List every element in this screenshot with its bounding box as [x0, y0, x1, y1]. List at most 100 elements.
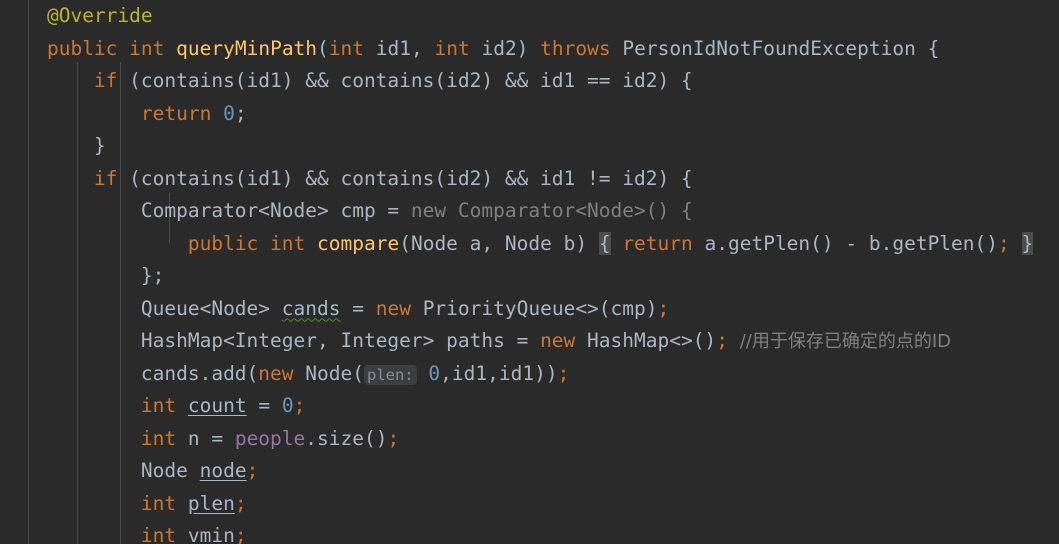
code-token-keyword: new: [258, 361, 294, 385]
code-token-dimmed: Comparator<Node>() {: [446, 199, 693, 222]
code-token-plain: Queue<Node>: [140, 296, 282, 320]
code-line[interactable]: }: [0, 130, 1059, 163]
code-token-method: compare: [317, 231, 400, 255]
code-token-dimmed: new: [410, 199, 447, 222]
code-token-plain: id2): [469, 36, 541, 60]
code-line[interactable]: @Override: [0, 0, 1059, 33]
code-token-unused: node: [199, 459, 247, 482]
code-line[interactable]: int vmin;: [0, 520, 1059, 544]
code-token-plain: PriorityQueue<>(cmp): [410, 296, 658, 320]
code-token-unused: plen: [187, 491, 235, 515]
code-token-plain: ;: [234, 101, 247, 125]
code-token-keyword: int: [140, 491, 177, 515]
code-line[interactable]: public int compare(Node a, Node b) { ret…: [0, 228, 1059, 261]
code-token-plain: =: [340, 296, 376, 320]
code-token-separator: ;: [387, 426, 400, 450]
code-token-plain: };: [140, 264, 165, 287]
code-token-plain: }: [93, 134, 106, 157]
code-line[interactable]: Node node;: [0, 455, 1059, 488]
code-token-separator: ;: [293, 394, 306, 417]
code-token-keyword: int: [140, 524, 177, 544]
code-line[interactable]: Queue<Node> cands = new PriorityQueue<>(…: [0, 293, 1059, 326]
code-token-plain: (contains(id1) && contains(id2) && id1 =…: [117, 69, 693, 92]
code-token-param-hint: plen:: [363, 364, 417, 385]
code-line[interactable]: };: [0, 260, 1059, 293]
code-token-plain: PersonIdNotFoundException {: [610, 36, 940, 60]
code-token-keyword: int: [140, 394, 177, 417]
code-token-plain: cands.add(: [140, 361, 259, 385]
code-line[interactable]: HashMap<Integer, Integer> paths = new Ha…: [0, 325, 1059, 358]
code-token-unused: vmin: [187, 524, 235, 544]
code-token-separator: ;: [246, 459, 259, 482]
code-line[interactable]: if (contains(id1) && contains(id2) && id…: [0, 65, 1059, 98]
code-line[interactable]: Comparator<Node> cmp = new Comparator<No…: [0, 195, 1059, 228]
code-token-plain: a.getPlen() - b.getPlen(): [692, 231, 999, 255]
code-token-typo: cands: [281, 296, 341, 320]
code-token-keyword: throws: [540, 36, 611, 60]
code-token-number: 0: [223, 101, 235, 125]
code-token-separator: ;: [716, 329, 728, 352]
code-token-plain: =: [246, 394, 282, 417]
code-token-method: queryMinPath: [176, 36, 318, 60]
code-line[interactable]: int n = people.size();: [0, 423, 1059, 456]
code-token-separator: ;: [657, 296, 670, 320]
code-line[interactable]: public int queryMinPath(int id1, int id2…: [0, 33, 1059, 66]
code-token-plain: id1,: [364, 36, 435, 60]
code-token-keyword: int: [129, 36, 165, 60]
code-token-plain: HashMap<>(): [575, 329, 717, 352]
code-token-separator: ;: [234, 524, 247, 544]
code-token-plain: ,id1,id1)): [440, 361, 558, 385]
code-line[interactable]: int plen;: [0, 488, 1059, 521]
code-token-plain: HashMap<Integer, Integer> paths =: [140, 329, 541, 352]
code-token-keyword: int: [328, 36, 365, 60]
code-token-keyword: public: [46, 36, 118, 60]
code-token-plain: (: [317, 36, 329, 60]
code-token-plain: (contains(id1) && contains(id2) && id1 !…: [117, 166, 693, 190]
code-token-comment: //用于保存已确定的点的ID: [739, 331, 951, 352]
code-line[interactable]: int count = 0;: [0, 390, 1059, 423]
code-token-keyword: int: [434, 36, 470, 60]
code-token-plain: n =: [176, 426, 235, 450]
code-line[interactable]: cands.add(new Node(plen: 0,id1,id1));: [0, 358, 1059, 391]
code-token-keyword: int: [140, 426, 177, 450]
code-token-number: 0: [281, 394, 294, 417]
code-token-plain: Node(: [293, 361, 364, 385]
code-editor-viewport[interactable]: @Override public int queryMinPath(int id…: [0, 0, 1059, 544]
code-token-separator: ;: [998, 231, 1010, 255]
code-token-field: people: [234, 426, 306, 450]
code-line[interactable]: return 0;: [0, 98, 1059, 131]
code-line[interactable]: if (contains(id1) && contains(id2) && id…: [0, 163, 1059, 196]
code-token-number: 0: [428, 361, 441, 385]
code-token-unused: count: [187, 394, 247, 417]
code-token-keyword: public: [187, 231, 259, 255]
code-token-separator: ;: [234, 491, 247, 515]
code-content[interactable]: @Override public int queryMinPath(int id…: [0, 0, 1059, 544]
code-token-plain: .size(): [305, 426, 388, 450]
code-token-keyword: if: [93, 69, 118, 92]
code-token-plain: Comparator<Node> cmp =: [140, 199, 411, 222]
code-token-separator: ;: [557, 361, 570, 385]
code-token-annotation: @Override: [46, 4, 153, 27]
